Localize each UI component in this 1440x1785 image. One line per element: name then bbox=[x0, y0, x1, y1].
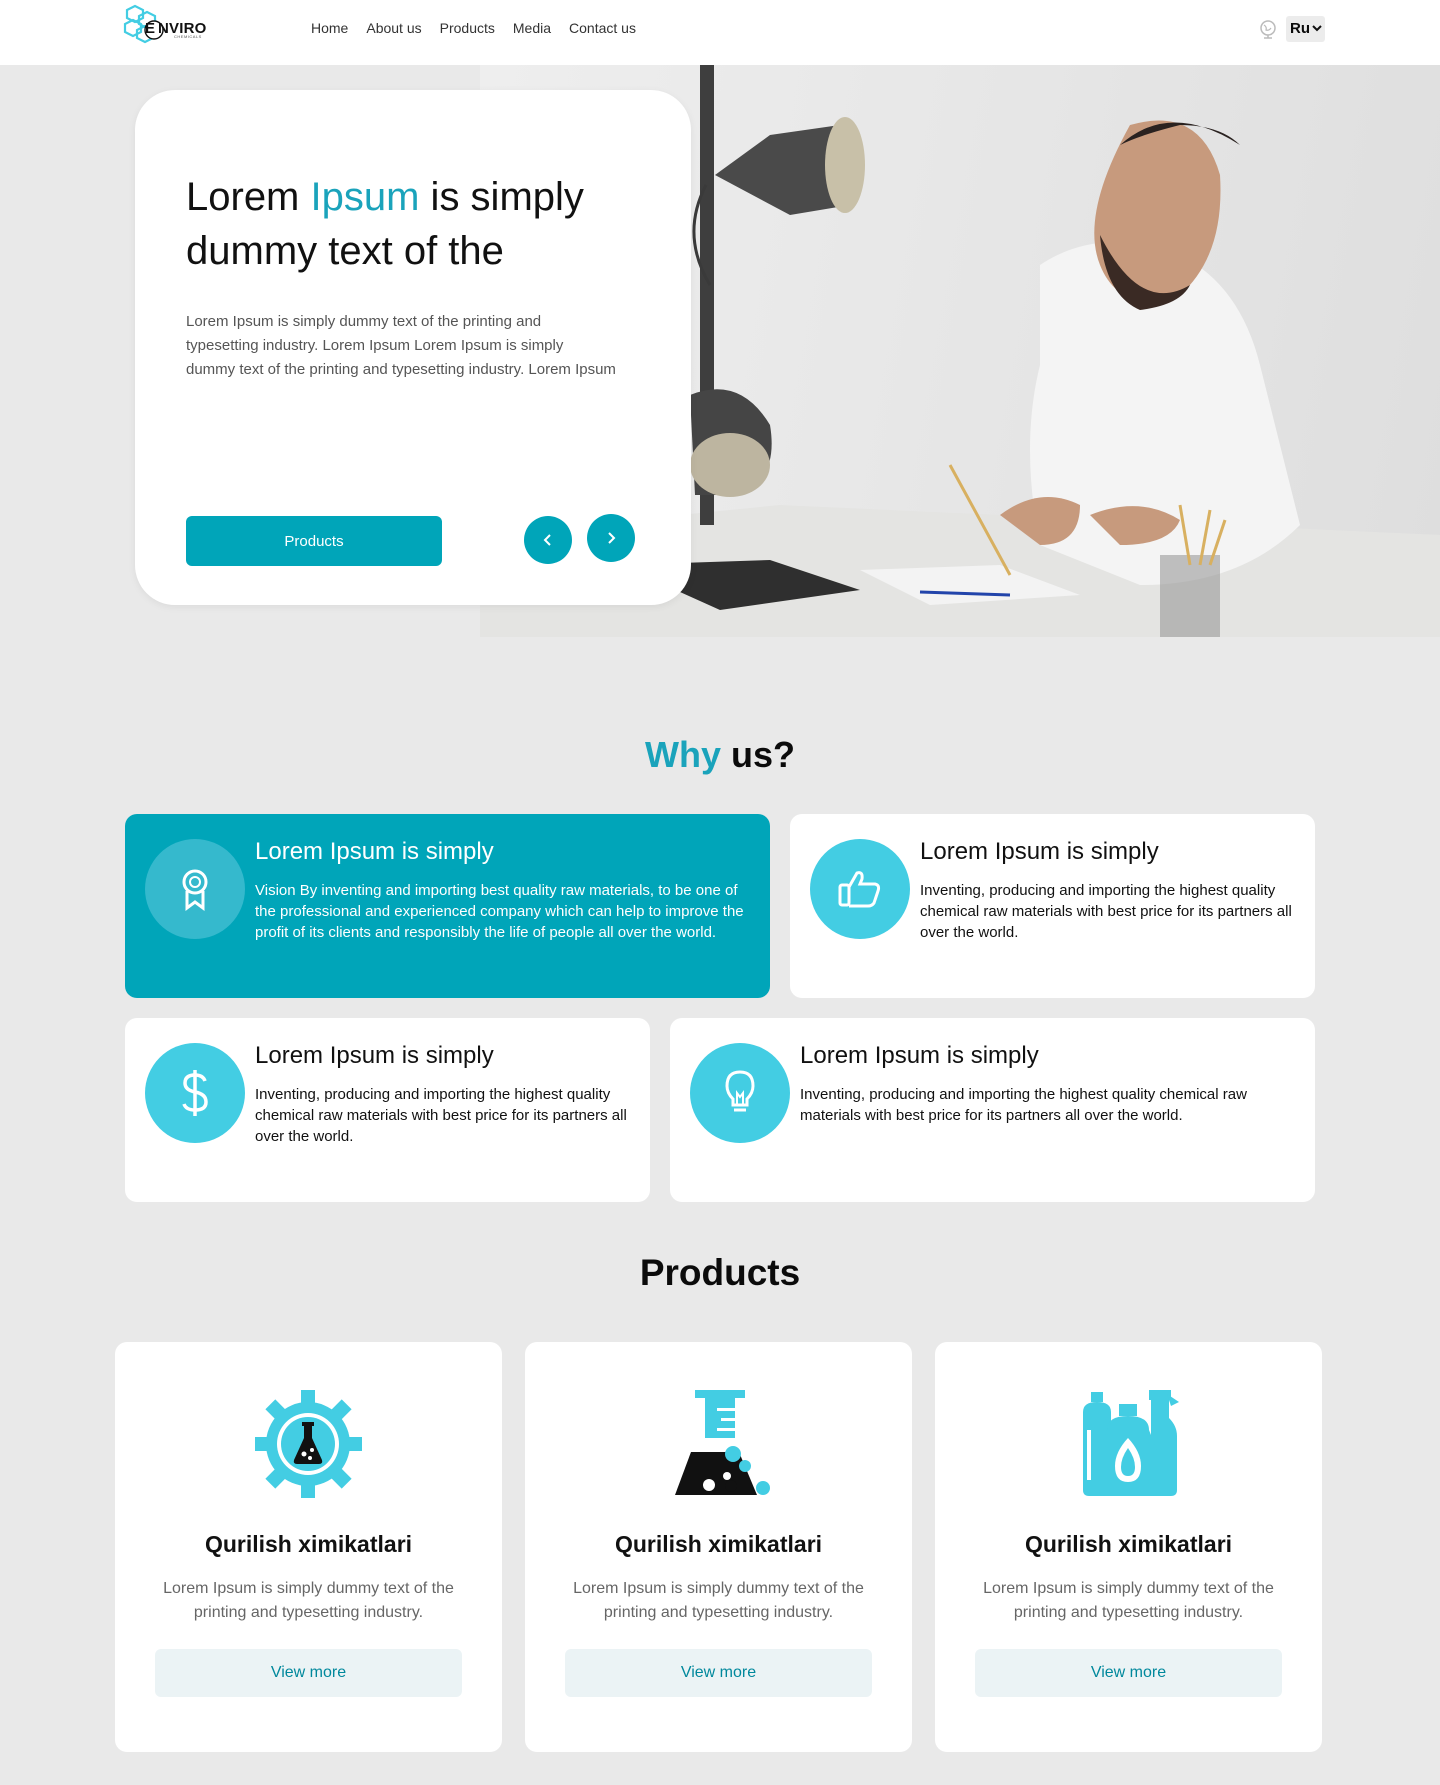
cleaning-bottles-icon bbox=[1083, 1390, 1179, 1496]
feature-card-innovation[interactable]: Lorem Ipsum is simply Inventing, produci… bbox=[670, 1018, 1315, 1202]
slider-prev-button[interactable] bbox=[524, 516, 572, 564]
view-more-button[interactable]: View more bbox=[975, 1649, 1282, 1697]
language-value: Ru bbox=[1290, 20, 1310, 37]
chevron-right-icon bbox=[608, 532, 616, 544]
feature-title: Lorem Ipsum is simply bbox=[920, 838, 1159, 865]
product-text: Lorem Ipsum is simply dummy text of the … bbox=[573, 1580, 864, 1621]
products-title: Products bbox=[639, 1252, 801, 1293]
chevron-left-icon bbox=[543, 534, 551, 546]
lab-flask-icon bbox=[675, 1390, 770, 1495]
feature-text: Inventing, producing and importing the h… bbox=[920, 882, 1292, 941]
chevron-down-icon bbox=[1312, 25, 1322, 32]
logo-letter: E bbox=[145, 20, 156, 37]
product-text: Lorem Ipsum is simply dummy text of the … bbox=[163, 1580, 454, 1621]
slider-next-button[interactable] bbox=[587, 514, 635, 562]
chemistry-gear-icon bbox=[255, 1390, 362, 1498]
feature-icon-circle bbox=[145, 839, 245, 939]
hero-description: Lorem Ipsum is simply dummy text of the … bbox=[186, 313, 616, 378]
site-header: E NVIRO CHEMICALS Home About us Products… bbox=[0, 0, 1440, 65]
nav-products[interactable]: Products bbox=[440, 20, 495, 36]
product-text: Lorem Ipsum is simply dummy text of the … bbox=[983, 1580, 1274, 1621]
feature-icon-circle bbox=[690, 1043, 790, 1143]
feature-title: Lorem Ipsum is simply bbox=[800, 1042, 1039, 1069]
product-card: Qurilish ximikatlari Lorem Ipsum is simp… bbox=[935, 1342, 1322, 1752]
hero-products-button[interactable]: Products bbox=[186, 516, 442, 566]
feature-text: Inventing, producing and importing the h… bbox=[255, 1086, 627, 1145]
view-more-button[interactable]: View more bbox=[155, 1649, 462, 1697]
logo-tagline: CHEMICALS bbox=[174, 34, 202, 39]
language-select[interactable]: Ru bbox=[1286, 16, 1325, 42]
why-us-title: Why us? bbox=[0, 734, 1440, 776]
dollar-icon bbox=[182, 1070, 208, 1116]
feature-card-vision[interactable]: Lorem Ipsum is simply Vision By inventin… bbox=[125, 814, 770, 998]
view-more-button[interactable]: View more bbox=[565, 1649, 872, 1697]
feature-card-price[interactable]: Lorem Ipsum is simply Inventing, produci… bbox=[125, 1018, 650, 1202]
globe-icon bbox=[1260, 20, 1276, 39]
main-nav: Home About us Products Media Contact us bbox=[311, 20, 636, 36]
feature-text: Inventing, producing and importing the h… bbox=[800, 1086, 1247, 1124]
why-us-title-accent: Why bbox=[644, 734, 721, 775]
why-us-title-rest: us? bbox=[720, 734, 795, 775]
nav-media[interactable]: Media bbox=[513, 20, 551, 36]
product-card: Qurilish ximikatlari Lorem Ipsum is simp… bbox=[115, 1342, 502, 1752]
hero-title-accent: Ipsum bbox=[310, 175, 420, 219]
hero-title: Lorem Ipsum is simply dummy text of the bbox=[186, 170, 646, 278]
thumbs-up-icon bbox=[838, 871, 881, 908]
product-title: Qurilish ximikatlari bbox=[204, 1531, 413, 1557]
feature-card-quality[interactable]: Lorem Ipsum is simply Inventing, produci… bbox=[790, 814, 1315, 998]
award-icon bbox=[182, 869, 208, 911]
feature-icon-circle bbox=[145, 1043, 245, 1143]
product-title: Qurilish ximikatlari bbox=[1024, 1531, 1233, 1557]
feature-title: Lorem Ipsum is simply bbox=[255, 1042, 494, 1069]
feature-title: Lorem Ipsum is simply bbox=[255, 838, 494, 865]
product-card: Qurilish ximikatlari Lorem Ipsum is simp… bbox=[525, 1342, 912, 1752]
feature-icon-circle bbox=[810, 839, 910, 939]
lightbulb-icon bbox=[725, 1070, 755, 1112]
nav-about[interactable]: About us bbox=[366, 20, 421, 36]
nav-home[interactable]: Home bbox=[311, 20, 348, 36]
product-title: Qurilish ximikatlari bbox=[614, 1531, 823, 1557]
feature-text: Vision By inventing and importing best q… bbox=[255, 882, 744, 941]
nav-contact[interactable]: Contact us bbox=[569, 20, 636, 36]
hero-title-part1: Lorem bbox=[186, 175, 311, 219]
